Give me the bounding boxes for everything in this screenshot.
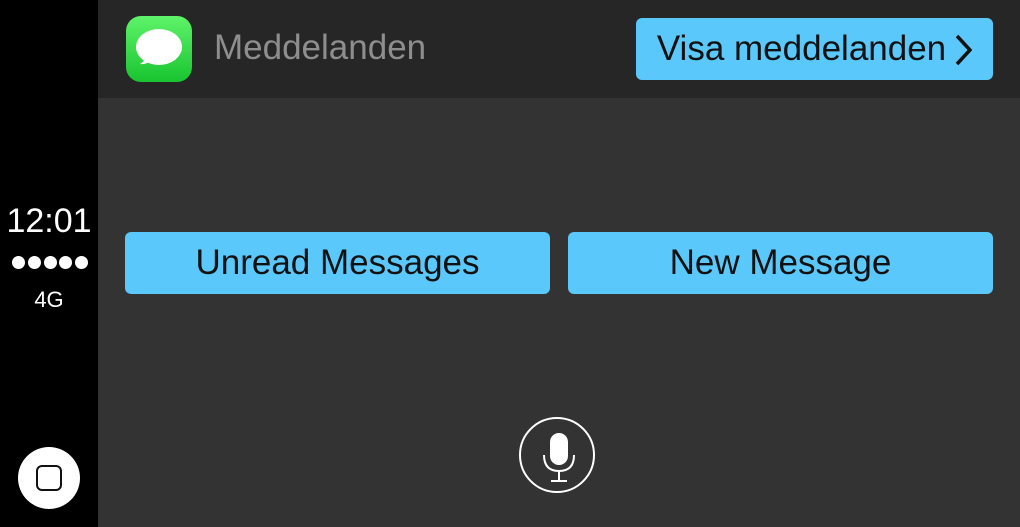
new-message-button[interactable]: New Message: [568, 232, 993, 294]
show-messages-label: Visa meddelanden: [656, 29, 947, 68]
signal-dot: [27, 256, 41, 269]
home-button[interactable]: [18, 447, 80, 509]
unread-messages-label: Unread Messages: [195, 243, 480, 282]
chevron-right-icon: [955, 34, 973, 66]
signal-dot: [75, 256, 88, 269]
status-sidebar: 12:01 4G: [0, 0, 98, 527]
unread-messages-button[interactable]: Unread Messages: [125, 232, 550, 294]
app-header: Meddelanden Visa meddelanden: [98, 0, 1020, 98]
signal-strength-indicator: [12, 256, 88, 270]
network-type: 4G: [34, 287, 64, 312]
home-icon: [36, 465, 62, 491]
siri-voice-button[interactable]: [519, 417, 595, 493]
microphone-icon: [543, 433, 575, 482]
signal-dot: [43, 256, 57, 269]
clock-time: 12:01: [6, 202, 92, 240]
new-message-label: New Message: [669, 243, 892, 282]
messages-icon: [126, 16, 192, 82]
signal-dot: [59, 256, 73, 269]
signal-dot: [12, 256, 25, 269]
app-title: Meddelanden: [214, 28, 427, 67]
show-messages-button[interactable]: Visa meddelanden: [636, 18, 993, 80]
